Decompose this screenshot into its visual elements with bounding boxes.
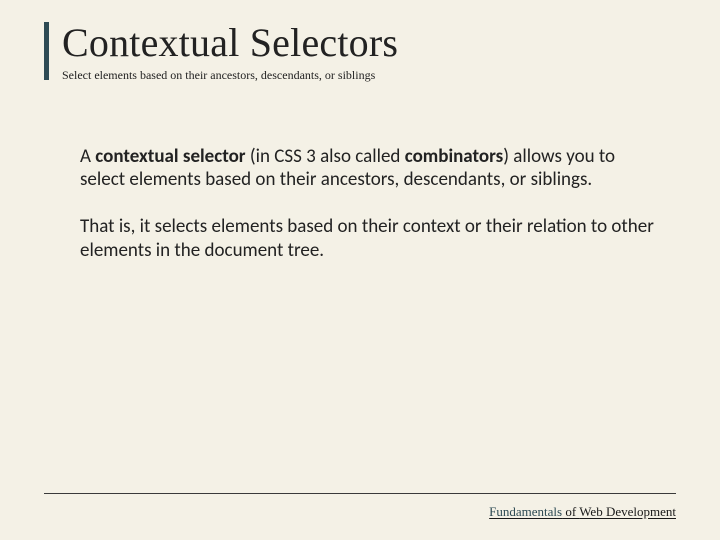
slide-title: Contextual Selectors xyxy=(62,22,664,64)
slide-body: A contextual selector (in CSS 3 also cal… xyxy=(62,145,664,262)
term-contextual-selector: contextual selector xyxy=(95,145,245,168)
paragraph-2: That is, it selects elements based on th… xyxy=(80,215,654,261)
paragraph-1: A contextual selector (in CSS 3 also cal… xyxy=(80,145,654,191)
footer-sep: of xyxy=(562,504,579,519)
footer-rule xyxy=(44,493,676,494)
accent-bar xyxy=(44,22,49,80)
slide: Contextual Selectors Select elements bas… xyxy=(0,0,720,540)
text: A xyxy=(80,145,95,168)
footer-brand-1: Fundamentals xyxy=(489,504,562,519)
slide-subtitle: Select elements based on their ancestors… xyxy=(62,68,664,83)
text: (in CSS 3 also called xyxy=(246,145,405,168)
footer-brand-2: Web Development xyxy=(579,504,676,519)
footer-text: Fundamentals of Web Development xyxy=(489,504,676,520)
term-combinators: combinators xyxy=(405,145,504,168)
